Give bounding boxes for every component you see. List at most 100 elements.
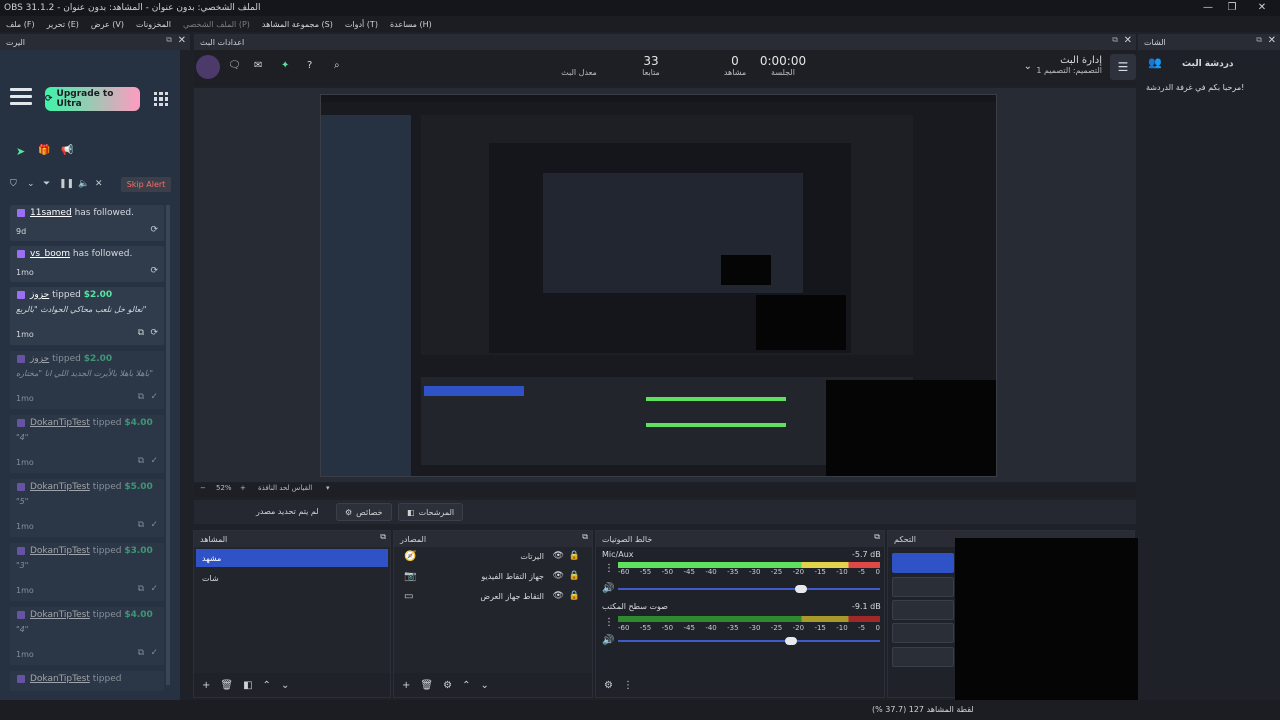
copy-icon[interactable]: ⧉ [138,392,144,402]
popout-icon[interactable]: ⧉ [1256,35,1262,45]
gear-icon[interactable]: ⚙ [443,680,452,691]
close-icon[interactable]: ✕ [1268,35,1276,46]
move-up-icon[interactable]: ⌃ [462,680,470,691]
scene-item[interactable]: شات [196,569,388,587]
volume-icon[interactable]: 🔊 [602,583,614,594]
popout-icon[interactable]: ⧉ [166,35,172,45]
apps-grid-icon[interactable] [154,92,168,106]
close-icon[interactable]: ✕ [1124,35,1132,46]
move-down-icon[interactable]: ⌄ [281,680,289,691]
popout-icon[interactable]: ⧉ [582,532,588,542]
mic-volume-slider[interactable] [618,588,880,590]
lock-icon[interactable]: 🔒 [569,591,580,601]
more-icon[interactable]: ⋮ [604,563,614,574]
menu-edit[interactable]: تحرير (E) [47,20,79,29]
replay-icon[interactable]: ✓ [150,456,158,466]
move-down-icon[interactable]: ⌄ [480,680,488,691]
copy-icon[interactable]: ⧉ [138,328,144,338]
copy-icon[interactable]: ⧉ [138,648,144,658]
eye-icon[interactable]: 👁 [553,551,564,561]
bolt-icon[interactable]: ✦ [281,60,289,71]
help-icon[interactable]: ? [307,60,312,71]
menu-scene-collection[interactable]: مجموعة المشاهد (S) [262,20,333,29]
gear-icon[interactable]: ⚙ [604,680,613,691]
chat-icon[interactable]: 🗨 [228,60,241,71]
desktop-volume-knob[interactable] [784,637,797,645]
close-button[interactable]: ✕ [1250,0,1274,16]
alert-item[interactable]: DokanTipTest tipped [10,671,164,691]
mic-volume-knob[interactable] [795,585,808,593]
mail-icon[interactable]: ✉ [254,60,262,71]
chevron-down-icon[interactable]: ⌄ [27,179,35,189]
mute-icon[interactable]: ✕ [95,179,103,189]
eye-icon[interactable]: 👁 [553,571,564,581]
popout-icon[interactable]: ⧉ [1112,35,1118,45]
replay-icon[interactable]: ⟳ [150,266,158,276]
zoom-out-icon[interactable]: − [200,484,206,492]
skip-alert-button[interactable]: Skip Alert [121,177,171,192]
eye-icon[interactable]: 👁 [553,591,564,601]
alert-item[interactable]: حزوز tipped $2.00 تعالو خل نلعب محاكي الح… [10,287,164,345]
trash-icon[interactable]: 🗑 [420,680,433,691]
scene-item[interactable]: مشهد [196,549,388,567]
more-icon[interactable]: ⋮ [604,617,614,628]
menu-help[interactable]: مساعدة (H) [390,20,432,29]
menu-icon[interactable]: ☰ [1110,54,1136,80]
chevron-down-icon[interactable]: ▾ [326,484,330,492]
replay-icon[interactable]: ✓ [150,648,158,658]
popout-icon[interactable]: ⧉ [874,532,880,542]
copy-icon[interactable]: ⧉ [138,584,144,594]
minimize-button[interactable]: — [1196,0,1220,16]
alert-item[interactable]: 11samed has followed. 9d ⟳ [10,205,164,241]
menu-tools[interactable]: أدوات (T) [345,20,378,29]
pause-icon[interactable]: ❚❚ [59,179,74,189]
alert-item[interactable]: DokanTipTest tipped $3.00 "3" 1mo ✓ ⧉ [10,543,164,601]
source-item[interactable]: 🧭 اليرتات 👁 🔒 [400,549,586,567]
hamburger-menu-icon[interactable] [10,84,32,109]
replay-icon[interactable]: ⟳ [150,225,158,235]
volume-icon[interactable]: 🔈 [78,179,89,189]
lock-icon[interactable]: 🔒 [569,571,580,581]
filters-button[interactable]: ◧ المرشحات [398,503,464,521]
volume-icon[interactable]: 🔊 [602,635,614,646]
lock-icon[interactable]: 🔒 [569,551,580,561]
preview-canvas[interactable] [320,94,997,477]
fit-window[interactable]: القياس لحد النافذة [258,484,312,492]
replay-icon[interactable]: ✓ [150,520,158,530]
alert-item[interactable]: vs_boom has followed. 1mo ⟳ [10,246,164,282]
add-icon[interactable]: + [202,680,210,691]
maximize-button[interactable]: ❐ [1220,0,1244,16]
send-icon[interactable]: ➤ [16,145,25,158]
menu-file[interactable]: ملف (F) [6,20,35,29]
stream-manager[interactable]: إدارة البث التصميم: التصميم 1 [1036,55,1102,75]
filter-icon[interactable]: ⏷ [43,179,50,189]
chevron-down-icon[interactable]: ⌄ [1024,61,1032,72]
more-icon[interactable]: ⋮ [623,680,633,691]
zoom-in-icon[interactable]: + [240,484,246,492]
gift-icon[interactable]: 🎁 [38,145,50,156]
alert-item[interactable]: DokanTipTest tipped $5.00 "5" 1mo ✓ ⧉ [10,479,164,537]
users-icon[interactable]: 👥 [1148,56,1162,69]
start-recording-button[interactable] [892,577,954,597]
source-item[interactable]: ▭ التقاط جهاز العرض 👁 🔒 [400,589,586,607]
replay-icon[interactable]: ✓ [150,392,158,402]
avatar[interactable] [196,55,220,79]
alerts-scrollbar[interactable] [166,205,170,685]
alert-item[interactable]: DokanTipTest tipped $4.00 "4" 1mo ✓ ⧉ [10,607,164,665]
virtual-camera-button[interactable] [892,600,954,620]
alert-item[interactable]: DokanTipTest tipped $4.00 "4" 1mo ✓ ⧉ [10,415,164,473]
move-up-icon[interactable]: ⌃ [263,680,271,691]
upgrade-button[interactable]: ⟳ Upgrade to Ultra [45,87,140,111]
source-item[interactable]: 📷 جهاز التقاط الفيديو 👁 🔒 [400,569,586,587]
studio-mode-button[interactable] [892,623,954,643]
menu-view[interactable]: عرض (V) [91,20,124,29]
add-icon[interactable]: + [402,680,410,691]
properties-button[interactable]: ⚙ خصائص [336,503,392,521]
desktop-volume-slider[interactable] [618,640,880,642]
popout-icon[interactable]: ⧉ [380,532,386,542]
start-streaming-button[interactable] [892,553,954,573]
trash-icon[interactable]: 🗑 [220,680,233,691]
shield-icon[interactable]: ⛉ [10,179,17,189]
alert-item[interactable]: حزوز tipped $2.00 باهلا باهلا بالأيرت الج… [10,351,164,409]
menu-docks[interactable]: المخزونات [136,20,171,29]
